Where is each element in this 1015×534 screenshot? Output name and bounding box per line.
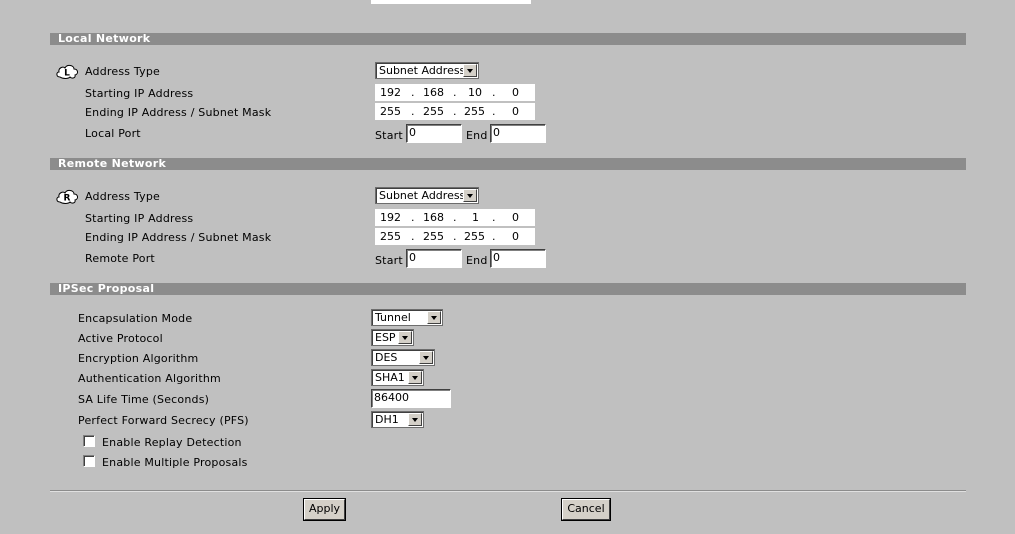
remote-network-icon: R [56, 190, 78, 204]
ip-octet[interactable]: 255 [464, 103, 485, 120]
multiple-proposals-checkbox[interactable] [83, 455, 95, 467]
ip-octet[interactable]: 255 [380, 228, 401, 245]
authentication-algorithm-select[interactable]: SHA1 [371, 369, 424, 386]
ip-octet[interactable]: 0 [512, 228, 519, 245]
svg-text:L: L [64, 69, 70, 79]
top-text-field[interactable] [371, 0, 531, 4]
replay-detection-label: Enable Replay Detection [102, 436, 242, 449]
chevron-down-icon [463, 64, 477, 77]
ip-octet[interactable]: 255 [423, 103, 444, 120]
ip-octet[interactable]: 0 [512, 209, 519, 226]
remote-starting-ip-field[interactable]: 192 . 168 . 1 . 0 [375, 209, 535, 226]
local-port-label: Local Port [85, 127, 141, 140]
local-port-end-input[interactable]: 0 [490, 124, 546, 143]
encapsulation-mode-label: Encapsulation Mode [78, 312, 193, 325]
apply-button[interactable]: Apply [304, 499, 345, 520]
replay-detection-checkbox[interactable] [83, 435, 95, 447]
pfs-select[interactable]: DH1 [371, 411, 424, 428]
ip-octet[interactable]: 168 [423, 84, 444, 101]
local-ending-ip-field[interactable]: 255 . 255 . 255 . 0 [375, 103, 535, 120]
active-protocol-value: ESP [375, 331, 396, 344]
remote-ending-ip-label: Ending IP Address / Subnet Mask [85, 231, 272, 244]
local-network-icon: L [56, 65, 78, 79]
remote-address-type-label: Address Type [85, 190, 160, 203]
local-port-start-input[interactable]: 0 [406, 124, 462, 143]
local-network-header: Local Network [50, 33, 966, 45]
remote-port-start-label: Start [375, 254, 403, 267]
local-port-end-label: End [466, 129, 488, 142]
ip-octet[interactable]: 168 [423, 209, 444, 226]
ip-octet[interactable]: 192 [380, 84, 401, 101]
ip-octet[interactable]: 0 [512, 103, 519, 120]
remote-port-end-label: End [466, 254, 488, 267]
chevron-down-icon [408, 371, 422, 384]
ip-octet[interactable]: 0 [512, 84, 519, 101]
local-starting-ip-field[interactable]: 192 . 168 . 10 . 0 [375, 84, 535, 101]
remote-starting-ip-label: Starting IP Address [85, 212, 194, 225]
ip-octet[interactable]: 10 [468, 84, 482, 101]
chevron-down-icon [398, 331, 412, 344]
encryption-algorithm-label: Encryption Algorithm [78, 352, 199, 365]
chevron-down-icon [427, 311, 441, 324]
ip-octet[interactable]: 255 [380, 103, 401, 120]
remote-address-type-select[interactable]: Subnet Address [375, 187, 479, 204]
local-address-type-label: Address Type [85, 65, 160, 78]
encryption-algorithm-value: DES [375, 351, 398, 364]
active-protocol-select[interactable]: ESP [371, 329, 414, 346]
authentication-algorithm-label: Authentication Algorithm [78, 372, 221, 385]
ip-octet[interactable]: 255 [464, 228, 485, 245]
chevron-down-icon [419, 351, 433, 364]
authentication-algorithm-value: SHA1 [375, 371, 405, 384]
ip-octet[interactable]: 1 [472, 209, 479, 226]
pfs-label: Perfect Forward Secrecy (PFS) [78, 414, 249, 427]
local-port-start-label: Start [375, 129, 403, 142]
active-protocol-label: Active Protocol [78, 332, 163, 345]
svg-text:R: R [64, 194, 71, 204]
remote-port-label: Remote Port [85, 252, 155, 265]
encapsulation-mode-select[interactable]: Tunnel [371, 309, 443, 326]
local-address-type-select[interactable]: Subnet Address [375, 62, 479, 79]
remote-ending-ip-field[interactable]: 255 . 255 . 255 . 0 [375, 228, 535, 245]
remote-port-end-input[interactable]: 0 [490, 249, 546, 268]
ipsec-proposal-header: IPSec Proposal [50, 283, 966, 295]
footer-divider [50, 490, 966, 492]
chevron-down-icon [463, 189, 477, 202]
encapsulation-mode-value: Tunnel [375, 311, 411, 324]
encryption-algorithm-select[interactable]: DES [371, 349, 435, 366]
remote-address-type-value: Subnet Address [379, 189, 466, 202]
ip-octet[interactable]: 255 [423, 228, 444, 245]
local-ending-ip-label: Ending IP Address / Subnet Mask [85, 106, 272, 119]
cancel-button[interactable]: Cancel [562, 499, 610, 520]
local-starting-ip-label: Starting IP Address [85, 87, 194, 100]
remote-network-header: Remote Network [50, 158, 966, 170]
chevron-down-icon [408, 413, 422, 426]
remote-port-start-input[interactable]: 0 [406, 249, 462, 268]
local-address-type-value: Subnet Address [379, 64, 466, 77]
pfs-value: DH1 [375, 413, 399, 426]
multiple-proposals-label: Enable Multiple Proposals [102, 456, 248, 469]
ip-octet[interactable]: 192 [380, 209, 401, 226]
sa-lifetime-label: SA Life Time (Seconds) [78, 393, 210, 406]
sa-lifetime-input[interactable]: 86400 [371, 389, 451, 408]
